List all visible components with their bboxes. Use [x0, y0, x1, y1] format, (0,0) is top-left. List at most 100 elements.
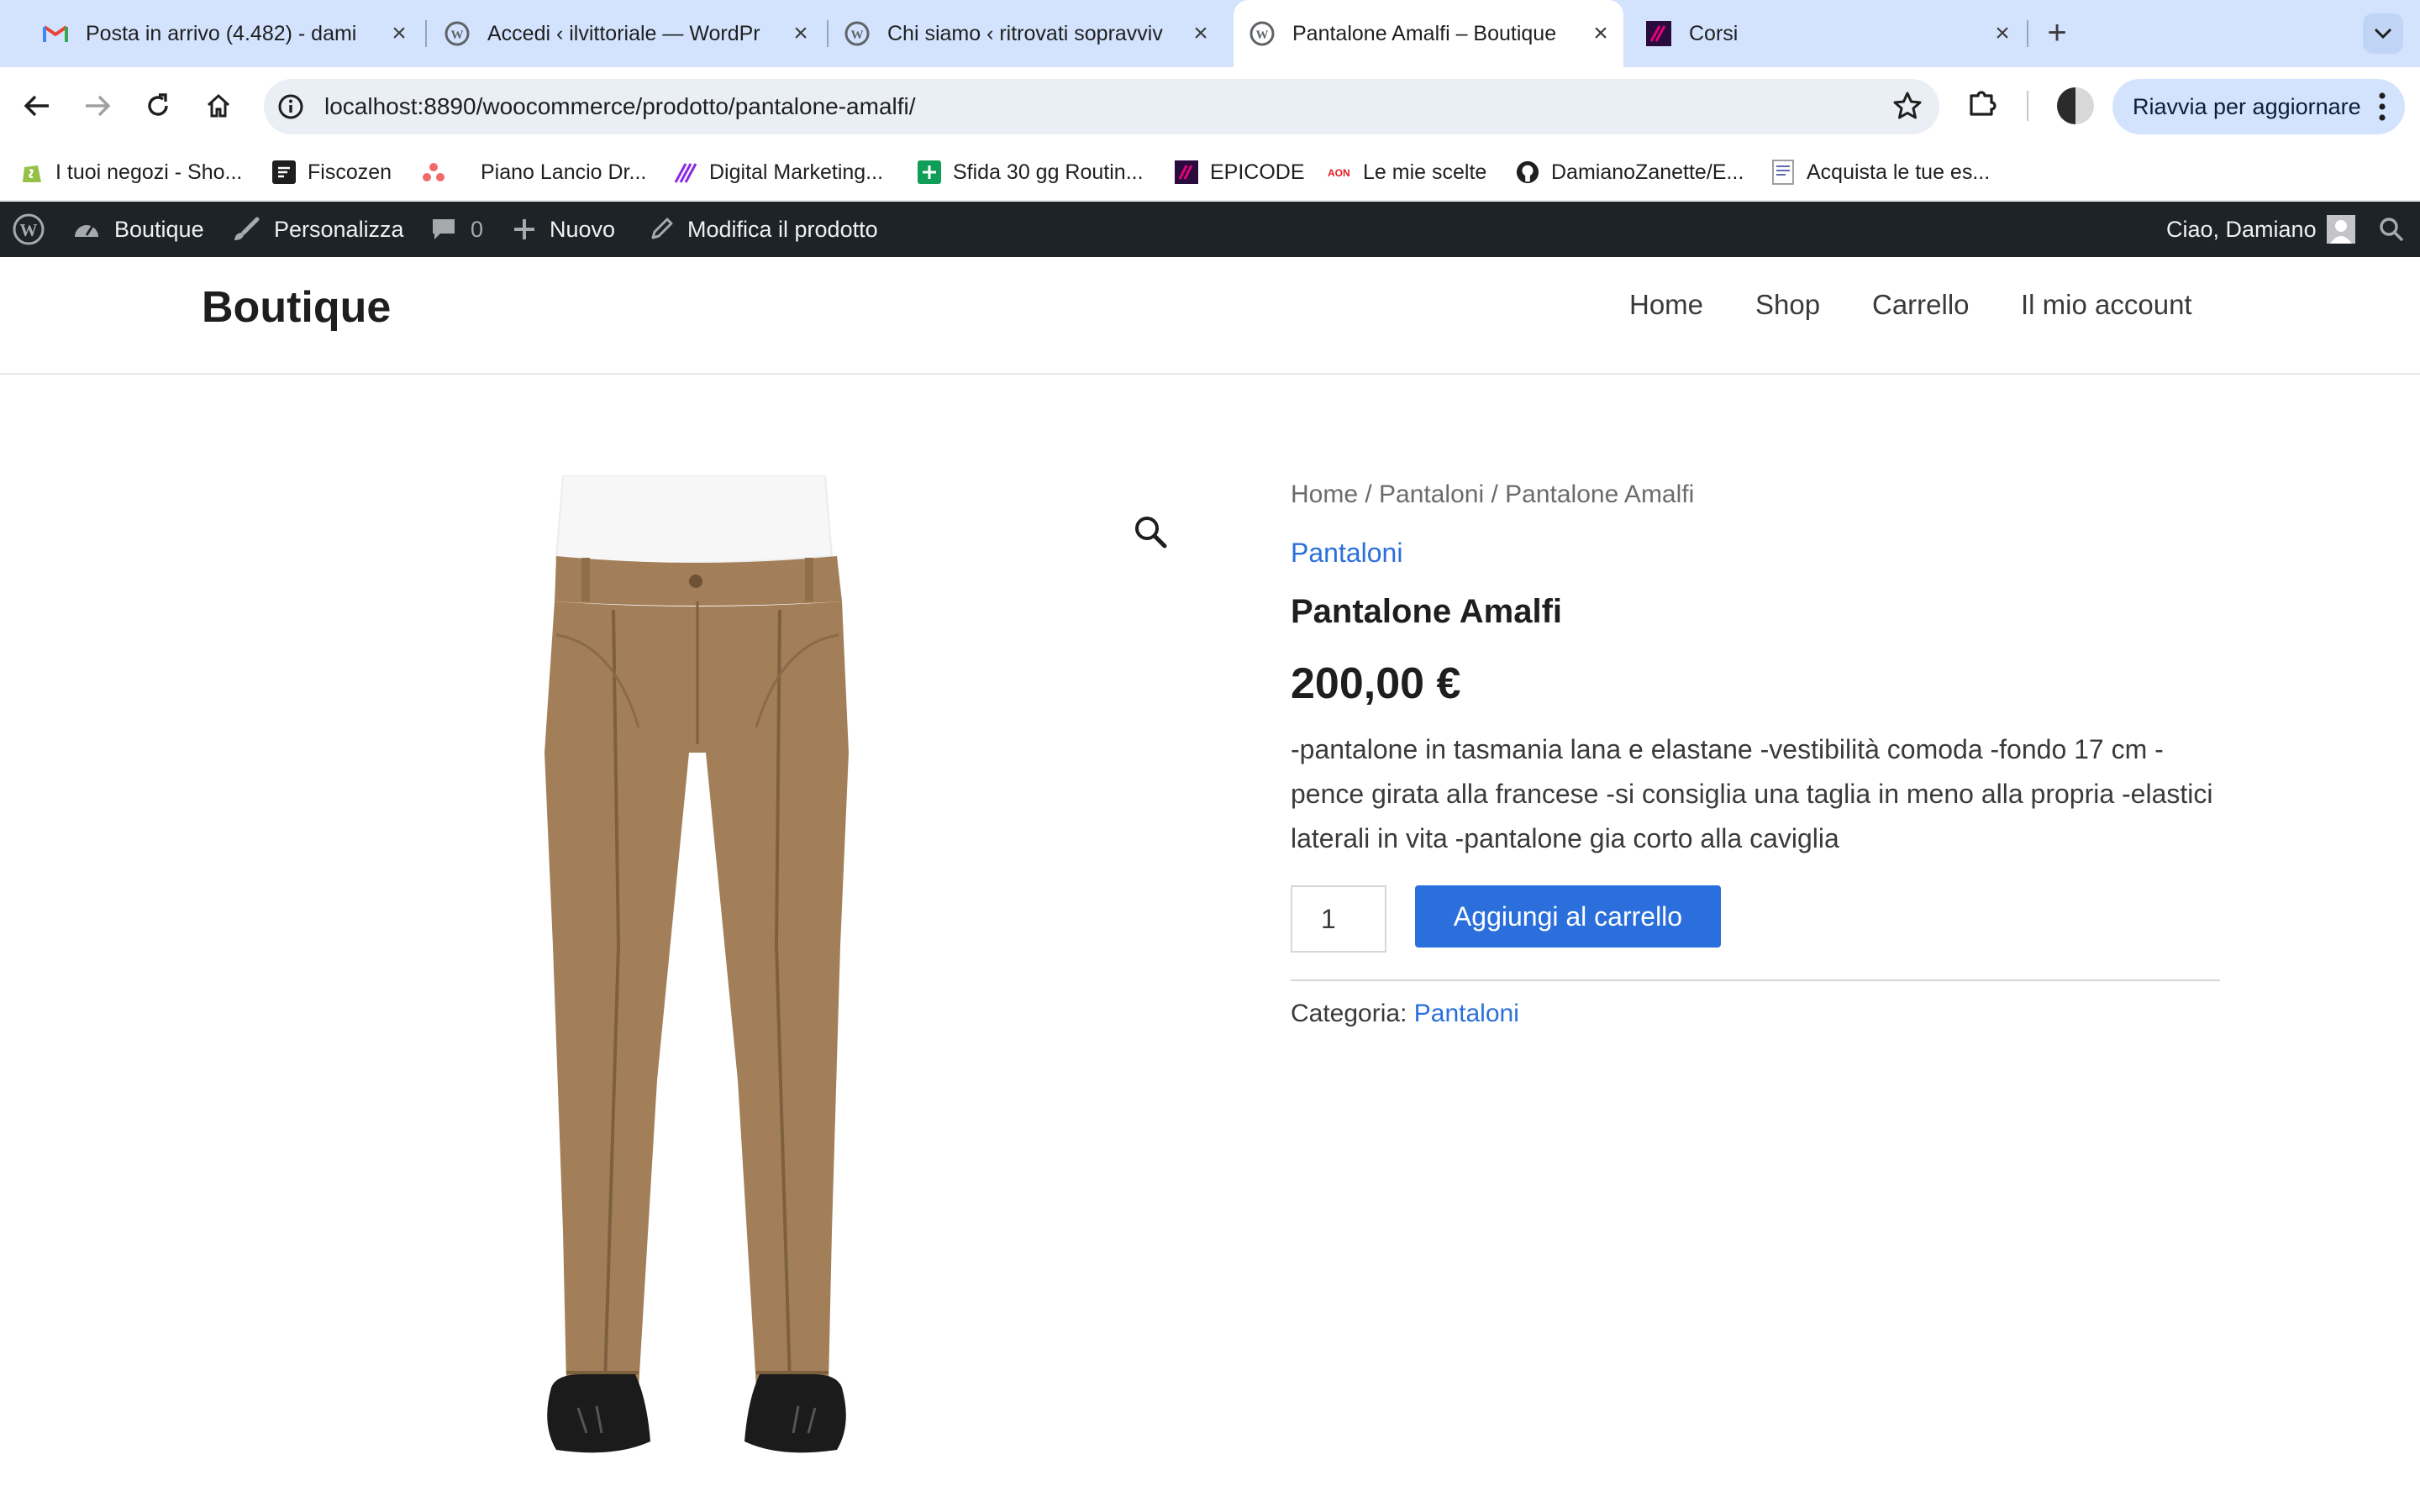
close-tab-icon[interactable]: × — [1990, 19, 2015, 48]
bookmark-acquista[interactable]: Acquista le tue es... — [1771, 144, 1990, 200]
more-menu-icon[interactable] — [2378, 91, 2386, 129]
bookmark-fiscozen[interactable]: Fiscozen — [272, 144, 392, 200]
bookmark-label: Sfida 30 gg Routin... — [953, 160, 1144, 184]
bookmark-asana[interactable]: Piano Lancio Dr... — [422, 144, 646, 200]
bookmark-label: Fiscozen — [308, 160, 392, 184]
new-tab-button[interactable]: + — [2040, 16, 2074, 50]
tab-title: Chi siamo ‹ ritrovati sopravviv — [887, 21, 1163, 45]
product-meta-divider — [1291, 979, 2220, 981]
close-tab-icon[interactable]: × — [387, 19, 412, 48]
restart-label: Riavvia per aggiornare — [2133, 93, 2361, 119]
category-meta-link[interactable]: Pantaloni — [1414, 1000, 1519, 1027]
tab-wordpress-login[interactable]: W Accedi ‹ ilvittoriale — WordPr × — [444, 0, 813, 67]
shopify-icon — [20, 160, 44, 184]
search-icon — [2380, 218, 2404, 242]
bookmark-github[interactable]: DamianoZanette/E... — [1516, 144, 1744, 200]
product-short-description: -pantalone in tasmania lana e elastane -… — [1291, 734, 2213, 853]
breadcrumb[interactable]: Home / Pantaloni / Pantalone Amalfi — [1291, 480, 1694, 509]
gmail-icon — [42, 20, 69, 47]
toolbar-divider — [2027, 91, 2028, 121]
tab-corsi[interactable]: Corsi × — [1645, 0, 2015, 67]
nav-carrello[interactable]: Carrello — [1872, 289, 1970, 321]
back-button[interactable] — [17, 86, 57, 126]
close-tab-icon[interactable]: × — [788, 19, 813, 48]
arrow-left-icon — [24, 95, 49, 117]
address-bar[interactable]: localhost:8890/woocommerce/prodotto/pant… — [264, 79, 1939, 134]
adminbar-site-link[interactable]: Boutique — [72, 202, 204, 257]
wordpress-icon: W — [1249, 20, 1276, 47]
tab-gmail[interactable]: Posta in arrivo (4.482) - dami × — [42, 0, 412, 67]
home-icon — [207, 93, 230, 118]
tab-divider — [425, 20, 427, 47]
bookmark-label: DamianoZanette/E... — [1551, 160, 1744, 184]
product-meta: Categoria: Pantaloni — [1291, 1000, 1519, 1028]
plus-icon — [513, 218, 536, 241]
product-image[interactable] — [361, 475, 1210, 1483]
extensions-button[interactable] — [1966, 86, 2000, 123]
site-header: Boutique Home Shop Carrello Il mio accou… — [0, 257, 2420, 375]
bookmark-label: Piano Lancio Dr... — [481, 160, 647, 184]
bookmarks-bar: I tuoi negozi - Sho... Fiscozen Piano La… — [0, 144, 2420, 201]
product-category-link[interactable]: Pantaloni — [1291, 538, 1402, 569]
add-to-cart-button[interactable]: Aggiungi al carrello — [1415, 885, 1721, 948]
adminbar-customize-label: Personalizza — [274, 216, 404, 242]
nav-shop[interactable]: Shop — [1755, 289, 1820, 321]
epicode-icon — [1645, 20, 1672, 47]
tab-pantalone-amalfi[interactable]: W Pantalone Amalfi – Boutique × — [1234, 0, 1623, 67]
tab-chi-siamo[interactable]: W Chi siamo ‹ ritrovati sopravviv × — [844, 0, 1213, 67]
asana-icon — [422, 160, 445, 184]
nav-il-mio-account[interactable]: Il mio account — [2021, 289, 2192, 321]
wordpress-icon: W — [444, 20, 471, 47]
adminbar-comments-count: 0 — [471, 216, 484, 242]
bookmark-le-mie-scelte[interactable]: AON Le mie scelte — [1328, 144, 1486, 200]
close-tab-icon[interactable]: × — [1188, 19, 1213, 48]
reload-button[interactable] — [138, 86, 178, 126]
quantity-input[interactable] — [1291, 885, 1386, 953]
close-tab-icon[interactable]: × — [1588, 19, 1613, 48]
tab-title: Posta in arrivo (4.482) - dami — [86, 21, 357, 45]
reload-icon — [148, 93, 168, 116]
adminbar-customize[interactable]: Personalizza — [232, 202, 404, 257]
github-icon — [1516, 160, 1539, 184]
aon-icon: AON — [1328, 160, 1351, 184]
forward-button[interactable] — [77, 86, 118, 126]
nav-home[interactable]: Home — [1629, 289, 1703, 321]
adminbar-edit-product[interactable]: Modifica il prodotto — [649, 202, 878, 257]
tab-search-button[interactable] — [2363, 13, 2403, 54]
bookmark-star-icon[interactable] — [1892, 91, 1923, 125]
adminbar-new-label: Nuovo — [550, 216, 616, 242]
sheets-icon — [918, 160, 941, 184]
home-button[interactable] — [198, 86, 239, 126]
adminbar-account[interactable]: Ciao, Damiano — [2166, 202, 2355, 257]
svg-text:W: W — [851, 29, 864, 42]
tab-divider — [2027, 20, 2028, 47]
bookmark-label: Digital Marketing... — [709, 160, 884, 184]
site-logo[interactable]: Boutique — [202, 282, 391, 333]
adminbar-search[interactable] — [2378, 202, 2405, 257]
wp-logo-menu[interactable]: W — [12, 202, 45, 257]
bookmark-sfida[interactable]: Sfida 30 gg Routin... — [918, 144, 1144, 200]
adminbar-comments[interactable]: 0 — [430, 202, 483, 257]
bookmark-shopify[interactable]: I tuoi negozi - Sho... — [20, 144, 242, 200]
adminbar-greeting: Ciao, Damiano — [2166, 216, 2317, 242]
arrow-right-icon — [86, 95, 111, 117]
fiscozen-icon — [272, 160, 296, 184]
magnifier-icon — [1135, 517, 1167, 549]
profile-avatar[interactable] — [2057, 87, 2094, 124]
bookmark-digital-marketing[interactable]: Digital Marketing... — [674, 144, 883, 200]
category-meta-label: Categoria: — [1291, 1000, 1407, 1027]
bookmark-epicode[interactable]: EPICODE — [1175, 144, 1305, 200]
wordpress-logo-icon: W — [13, 213, 45, 245]
wordpress-icon: W — [844, 20, 871, 47]
site-info-icon[interactable] — [276, 92, 306, 122]
comment-bubble-icon — [430, 217, 457, 242]
restart-to-update-button[interactable]: Riavvia per aggiornare — [2112, 79, 2405, 134]
pencil-icon — [649, 217, 674, 242]
doc-icon — [1771, 160, 1795, 185]
user-avatar-icon — [2326, 215, 2355, 244]
zoom-image-button[interactable] — [1133, 514, 1170, 551]
stripes-icon — [674, 160, 697, 184]
bookmark-label: Acquista le tue es... — [1807, 160, 1991, 184]
adminbar-new[interactable]: Nuovo — [513, 202, 615, 257]
bookmark-label: EPICODE — [1210, 160, 1305, 184]
